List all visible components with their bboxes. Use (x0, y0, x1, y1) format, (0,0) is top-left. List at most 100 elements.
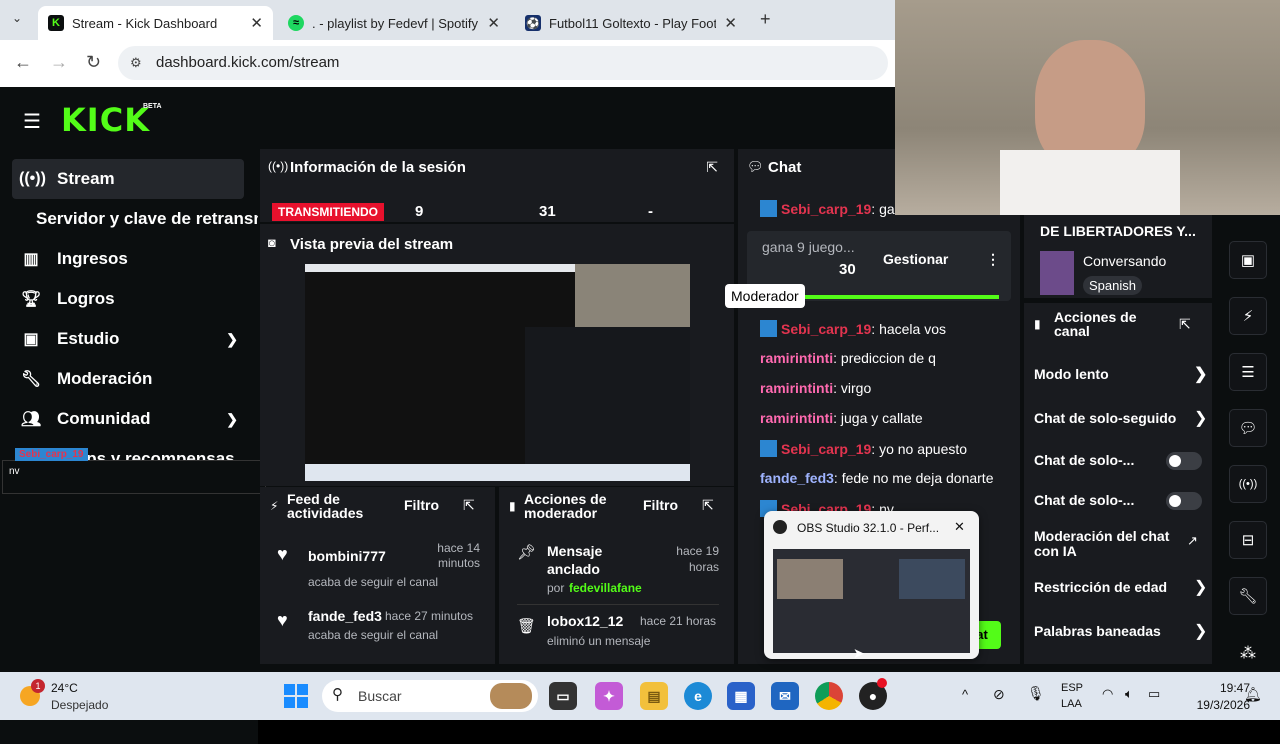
stream-preview-panel: ◙ Vista previa del stream (260, 224, 734, 486)
copilot-icon[interactable]: ✦ (595, 682, 623, 710)
pin-icon: 📌︎ (517, 544, 537, 561)
sidebar-item-comunidad[interactable]: 👥︎ Comunidad ❯ (12, 399, 244, 439)
site-info-icon[interactable]: ⚙ (130, 46, 142, 80)
studio-icon: ▣ (23, 331, 39, 348)
chevron-right-icon: ❯ (1194, 366, 1208, 383)
broadcast-icon[interactable]: ((•)) (1229, 465, 1267, 503)
tab-futbol11[interactable]: ⚽ Futbol11 Goltexto - Play Footb ✕ (515, 6, 747, 40)
chat-icon[interactable]: 💬︎ (1229, 409, 1267, 447)
channel-action-ai-moderation[interactable]: Moderación del chat con IA (1034, 529, 1184, 559)
network-off-icon[interactable]: ⊘ (993, 686, 1005, 703)
url-text: dashboard.kick.com/stream (156, 54, 340, 71)
hamburger-menu-icon[interactable]: ☰ (23, 109, 41, 134)
filter-button[interactable]: Filtro (404, 497, 439, 513)
chat-message: fande_fed3: fede no me deja donarte (760, 470, 994, 486)
close-tab-icon[interactable]: ✕ (487, 14, 500, 32)
chevron-right-icon[interactable]: ❯ (1194, 577, 1207, 597)
mod-actions-panel: ▮ Acciones de moderador Filtro ⇱ 📌︎ Mens… (499, 487, 734, 664)
weather-desc: Despejado (51, 698, 109, 712)
store-icon[interactable]: ▦ (727, 682, 755, 710)
channel-action-age-restriction[interactable]: Restricción de edad (1034, 579, 1214, 595)
more-vertical-icon[interactable]: ⋮ (986, 251, 1000, 268)
screenshot-icon[interactable]: ▣ (1229, 241, 1267, 279)
layout-icon[interactable]: ⊟ (1229, 521, 1267, 559)
edge-icon[interactable]: e (684, 682, 712, 710)
search-box[interactable]: ⚲ Buscar (322, 680, 538, 712)
weather-widget[interactable]: 1 24°C Despejado (20, 679, 140, 712)
sidebar-item-logros[interactable]: 🏆︎ Logros (12, 279, 244, 319)
sidebar-item-label: Ingresos (57, 249, 128, 268)
trophy-icon: 🏆︎ (20, 291, 42, 308)
microphone-icon[interactable]: 🎙︎ (1027, 685, 1045, 702)
bolt-icon[interactable]: ⚡︎ (1229, 297, 1267, 335)
filter-button[interactable]: Filtro (643, 497, 678, 513)
tab-kick-dashboard[interactable]: K Stream - Kick Dashboard ✕ (38, 6, 273, 40)
session-info-panel: ((•)) Información de la sesión ⇱ TRANSMI… (260, 149, 734, 222)
lang-2[interactable]: LAA (1061, 698, 1082, 710)
obs-window-thumbnail (773, 549, 970, 653)
chevron-right-icon[interactable]: ❯ (1194, 408, 1207, 428)
sidebar-item-label: Logros (57, 289, 115, 308)
sidebar-item-server-key[interactable]: Servidor y clave de retransm (36, 199, 258, 239)
sidebar-item-estudio[interactable]: ▣ Estudio ❯ (12, 319, 244, 359)
tab-search-chevron-icon[interactable]: ⌄ (12, 11, 22, 25)
chrome-icon[interactable] (815, 682, 843, 710)
sidebar-item-ingresos[interactable]: ▥ Ingresos (12, 239, 244, 279)
start-button-icon[interactable] (284, 684, 308, 708)
extra-value: - (648, 203, 653, 220)
popout-icon[interactable]: ⇱ (463, 497, 475, 514)
file-explorer-icon[interactable]: ▤ (640, 682, 668, 710)
activity-text: acaba de seguir el canal (308, 575, 439, 589)
outlook-icon[interactable]: ✉ (771, 682, 799, 710)
wifi-icon[interactable]: ◠ (1102, 686, 1113, 702)
battery-icon[interactable]: ▭ (1148, 686, 1160, 702)
lang-1[interactable]: ESP (1061, 682, 1083, 694)
chevron-right-icon[interactable]: ❯ (1194, 621, 1207, 641)
notification-bell-icon[interactable]: 🔔︎ (1244, 686, 1262, 703)
wrench-icon[interactable]: 🔧︎ (1229, 577, 1267, 615)
obs-notification-dot (877, 678, 887, 688)
apps-icon[interactable]: ⁂ (1240, 643, 1256, 663)
kick-badge-icon (760, 200, 777, 217)
category-name[interactable]: Conversando (1083, 253, 1166, 269)
reload-icon[interactable]: ↻ (86, 52, 101, 73)
new-tab-button[interactable]: + (760, 9, 771, 30)
tab-spotify[interactable]: ≈ . - playlist by Fedevf | Spotify ✕ (278, 6, 510, 40)
volume-icon[interactable]: 🔈︎ (1125, 686, 1133, 702)
url-field[interactable]: ⚙ dashboard.kick.com/stream (118, 46, 888, 80)
back-arrow-icon[interactable]: ← (14, 52, 32, 73)
spotify-favicon-icon: ≈ (288, 15, 304, 31)
popout-icon[interactable]: ⇱ (706, 159, 718, 176)
popout-icon[interactable]: ⇱ (702, 497, 714, 514)
close-tab-icon[interactable]: ✕ (250, 14, 263, 32)
weather-temp: 24°C (51, 681, 78, 695)
mod-action-user[interactable]: fedevillafane (569, 581, 642, 595)
channel-action-banned-words[interactable]: Palabras baneadas (1034, 623, 1214, 639)
task-view-icon[interactable]: ▭ (549, 682, 577, 710)
sidebar-item-moderacion[interactable]: 🔧︎ Moderación (12, 359, 244, 399)
broadcast-icon: ((•)) (268, 159, 289, 173)
stream-preview-video[interactable] (305, 264, 690, 481)
obs-popup-title: OBS Studio 32.1.0 - Perf... (797, 521, 940, 535)
manage-button[interactable]: Gestionar (883, 251, 948, 267)
channel-action-followers-only[interactable]: Chat de solo-seguido (1034, 410, 1184, 426)
notes-icon[interactable]: ☰ (1229, 353, 1267, 391)
toggle-switch[interactable] (1166, 492, 1202, 510)
clock-date[interactable]: 19/3/2026 (1176, 698, 1250, 712)
shield-icon: ▮ (1034, 317, 1041, 331)
kick-favicon-icon: K (48, 15, 64, 31)
browser-tab-bar: ⌄ K Stream - Kick Dashboard ✕ ≈ . - play… (0, 0, 895, 40)
obs-taskbar-preview[interactable]: OBS Studio 32.1.0 - Perf... ✕ (764, 511, 979, 659)
toggle-switch[interactable] (1166, 452, 1202, 470)
close-icon[interactable]: ✕ (954, 519, 965, 535)
forward-arrow-icon[interactable]: → (50, 52, 68, 73)
tray-chevron-up-icon[interactable]: ^ (962, 687, 968, 702)
channel-action-slow-mode[interactable]: Modo lento ❯ (1034, 366, 1214, 383)
close-tab-icon[interactable]: ✕ (724, 14, 737, 32)
kick-logo[interactable]: KICK BETA (61, 101, 162, 139)
sidebar-item-stream[interactable]: ((•)) Stream (12, 159, 244, 199)
popout-icon[interactable]: ⇱ (1179, 316, 1191, 333)
activity-user: bombini777 (308, 548, 386, 564)
wrench-icon: 🔧︎ (20, 371, 42, 388)
external-link-icon[interactable]: ↗ (1187, 533, 1198, 549)
